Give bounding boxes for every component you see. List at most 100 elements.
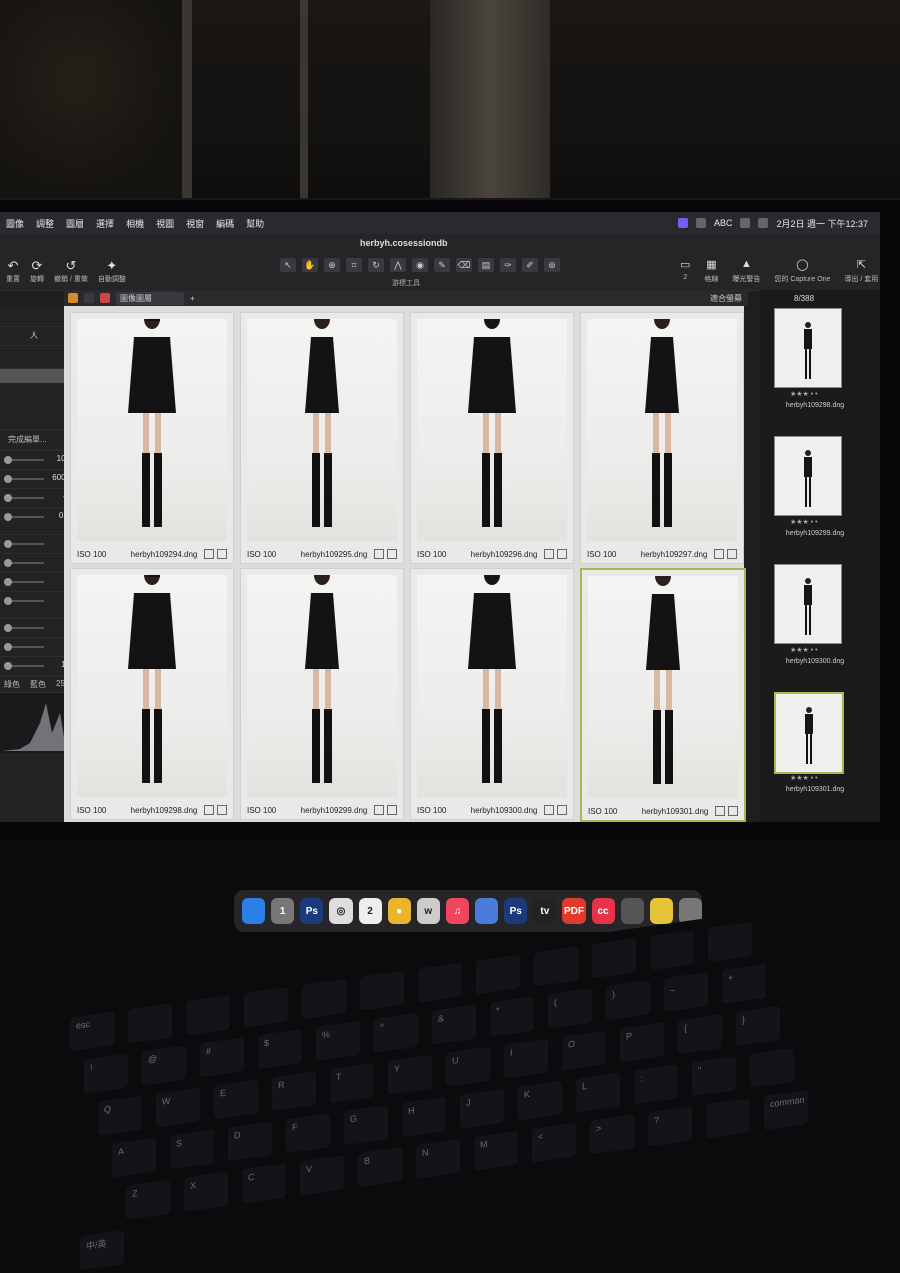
star-rating[interactable]: ★★★ • • — [790, 390, 818, 398]
calendar-icon[interactable]: 2 — [358, 898, 382, 924]
menu-item[interactable]: 選擇 — [90, 217, 120, 230]
creative-cloud-icon[interactable]: cc — [591, 898, 615, 924]
clock[interactable]: 2月2日 週一 下午12:37 — [776, 217, 868, 230]
keyboard-key[interactable]: $ — [258, 1029, 302, 1070]
toolbar-button[interactable]: ▭ 2 — [680, 258, 690, 284]
keyboard-key[interactable] — [418, 962, 462, 1003]
menu-item[interactable]: 圖層 — [60, 217, 90, 230]
slider-knob[interactable] — [4, 540, 12, 548]
select-checkbox[interactable] — [714, 549, 724, 559]
menu-item[interactable]: 調整 — [30, 217, 60, 230]
keyboard-key[interactable]: E — [214, 1079, 258, 1120]
filmstrip-thumbnail[interactable] — [774, 564, 842, 644]
slider-knob[interactable] — [4, 597, 12, 605]
keyboard-key[interactable]: ! — [84, 1053, 128, 1094]
annotate-tool-icon[interactable]: ✐ — [522, 258, 538, 272]
music-icon[interactable]: ♫ — [445, 898, 469, 924]
star-rating[interactable]: ★★★ • • — [790, 774, 818, 782]
keyboard-key[interactable] — [186, 995, 230, 1036]
fit-screen-label[interactable]: 適合螢幕 — [710, 293, 748, 304]
toolbar-button[interactable]: ↺ 撤銷 / 重做 — [54, 258, 88, 284]
keyboard-key[interactable]: U — [446, 1046, 490, 1087]
photo-preview[interactable] — [77, 319, 227, 541]
keyboard-key[interactable] — [534, 946, 578, 987]
pointer-tool-icon[interactable]: ↖ — [280, 258, 296, 272]
thumbnail-cell[interactable]: ISO 100 herbyh109297.dng — [580, 312, 744, 564]
keyboard-key[interactable]: N — [416, 1138, 460, 1179]
keyboard-key[interactable]: R — [272, 1071, 316, 1112]
keyboard-key[interactable]: F — [286, 1113, 330, 1154]
finder-icon[interactable] — [242, 898, 266, 924]
menu-item[interactable]: 相機 — [120, 217, 150, 230]
keyboard-key[interactable]: D — [228, 1121, 272, 1162]
input-switch-key[interactable]: 中/英 — [80, 1230, 124, 1271]
system-settings-icon[interactable]: 1 — [271, 898, 295, 924]
eye-icon[interactable] — [100, 293, 110, 303]
keyboard-key[interactable] — [708, 921, 752, 962]
crop-tool-icon[interactable]: ⌗ — [346, 258, 362, 272]
photo-preview[interactable] — [77, 575, 227, 797]
keyboard-key[interactable]: > — [590, 1114, 634, 1155]
slider-knob[interactable] — [4, 456, 12, 464]
keyboard-key[interactable] — [360, 970, 404, 1011]
star-rating[interactable]: ★★★ • • — [790, 518, 818, 526]
add-icon[interactable]: + — [190, 294, 195, 303]
select-checkbox[interactable] — [544, 805, 554, 815]
thumbnail-cell[interactable]: ISO 100 herbyh109299.dng — [240, 568, 404, 820]
slider-knob[interactable] — [4, 662, 12, 670]
toolbar-button[interactable]: ✦ 自動調整 — [98, 258, 126, 284]
keyboard-key[interactable] — [592, 938, 636, 979]
grid-view-icon[interactable] — [68, 293, 78, 303]
app-status-icon[interactable] — [677, 218, 688, 228]
keyboard-key[interactable]: P — [620, 1022, 664, 1063]
select-checkbox[interactable] — [374, 549, 384, 559]
toolbar-button[interactable]: ↶ 重置 — [6, 258, 20, 284]
keyboard-key[interactable]: % — [316, 1020, 360, 1062]
keyboard-key[interactable] — [706, 1098, 750, 1139]
keyboard-key[interactable]: * — [490, 996, 534, 1037]
keyboard-key[interactable]: Q — [98, 1095, 142, 1136]
filmstrip-thumbnail[interactable] — [774, 308, 842, 388]
keyboard-key[interactable]: L — [576, 1072, 620, 1113]
thumbnail-cell[interactable]: ISO 100 herbyh109294.dng — [70, 312, 234, 564]
keyboard-key[interactable]: I — [504, 1038, 548, 1079]
spot-tool-icon[interactable]: ◉ — [412, 258, 428, 272]
gradient-tool-icon[interactable]: ▤ — [478, 258, 494, 272]
zoom-tool-icon[interactable]: ⊕ — [324, 258, 340, 272]
keyboard-key[interactable]: J — [460, 1088, 504, 1129]
keyboard-key[interactable]: S — [170, 1129, 214, 1170]
keyboard-key[interactable]: # — [200, 1037, 244, 1078]
photo-preview[interactable] — [247, 575, 397, 797]
slider-knob[interactable] — [4, 475, 12, 483]
view-select[interactable]: 圖像圖層 — [116, 291, 184, 305]
star-rating[interactable]: ★★★ • • — [790, 646, 818, 654]
select-checkbox[interactable] — [715, 806, 725, 816]
keyboard-key[interactable]: Y — [388, 1054, 432, 1095]
select-checkbox[interactable] — [374, 805, 384, 815]
chrome-icon[interactable]: ● — [387, 898, 411, 924]
keyboard-key[interactable]: V — [300, 1155, 344, 1196]
thumbnail-cell[interactable]: ISO 100 herbyh109301.dng — [580, 568, 746, 822]
keyboard-key[interactable]: A — [112, 1137, 156, 1178]
keyboard-key[interactable]: ^ — [374, 1012, 418, 1053]
single-view-icon[interactable] — [84, 293, 94, 303]
toolbar-button[interactable]: ◯ 您的 Capture One — [774, 258, 830, 284]
menu-item[interactable]: 圖像 — [0, 217, 30, 230]
keyboard-key[interactable]: < — [532, 1122, 576, 1163]
keyboard-key[interactable] — [302, 978, 346, 1020]
filmstrip-thumbnail[interactable] — [774, 692, 844, 774]
menu-item[interactable]: 視窗 — [180, 217, 210, 230]
slider-knob[interactable] — [4, 513, 12, 521]
slider-knob[interactable] — [4, 578, 12, 586]
menu-item[interactable]: 幫助 — [240, 217, 270, 230]
select-checkbox[interactable] — [544, 549, 554, 559]
keyboard-key[interactable]: T — [330, 1062, 374, 1104]
keyboard-key[interactable] — [244, 986, 288, 1028]
keyboard-key[interactable]: @ — [142, 1045, 186, 1086]
select-checkbox[interactable] — [204, 549, 214, 559]
keyboard-key[interactable]: + — [722, 963, 766, 1004]
notes-icon[interactable] — [649, 898, 673, 924]
keyboard-key[interactable]: " — [692, 1056, 736, 1097]
slider-knob[interactable] — [4, 643, 12, 651]
files-icon[interactable] — [475, 898, 499, 924]
